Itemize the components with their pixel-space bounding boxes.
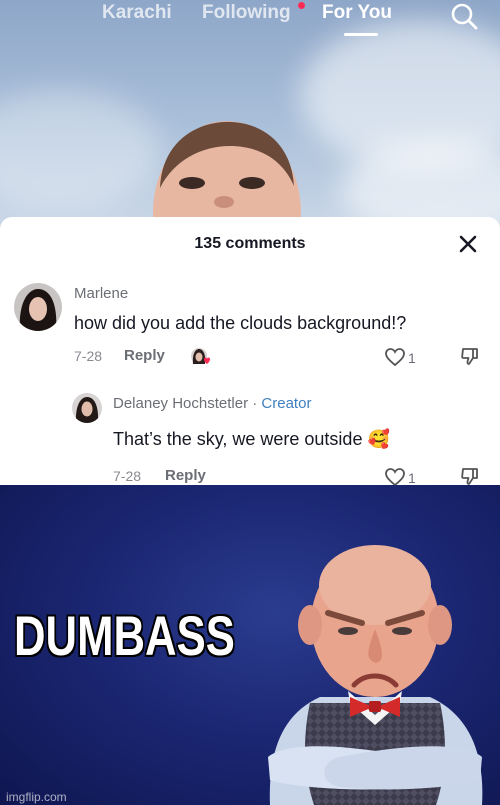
notification-dot [298,2,305,9]
reply-author: Delaney Hochstetler · Creator [113,395,311,412]
meme-reaction-panel: DUMBASS imgflip.com [0,485,500,805]
like-count: 1 [408,350,416,366]
reply-text: That’s the sky, we were outside [113,429,363,449]
comment-author[interactable]: Marlene [74,285,128,302]
reply-date: 7-28 [113,468,142,484]
creator-badge: Creator [261,395,312,412]
dislike-icon[interactable] [460,466,480,485]
author-separator: · [248,395,262,412]
meme-caption: DUMBASS [14,604,235,667]
close-icon[interactable] [458,234,478,254]
active-tab-indicator [344,33,378,36]
imgflip-watermark: imgflip.com [6,790,67,804]
reply-button[interactable]: Reply [165,467,206,484]
avatar[interactable] [72,393,102,423]
dislike-icon[interactable] [460,346,480,366]
reply-button[interactable]: Reply [124,347,165,364]
avatar[interactable] [14,283,62,331]
grumpy-puppet-image [268,545,483,805]
comment-date: 7-28 [74,348,103,364]
search-icon[interactable] [450,2,478,30]
comments-count-title: 135 comments [194,235,306,252]
tab-following[interactable]: Following [202,2,291,24]
top-nav: Karachi Following For You [0,0,500,40]
reply-author-name[interactable]: Delaney Hochstetler [113,395,248,412]
tiktok-screenshot: Karachi Following For You 135 comments M… [0,0,500,485]
heart-icon[interactable] [384,347,406,367]
comments-sheet: 135 comments Marlene how did you add the… [0,217,500,485]
reply-text-line: That’s the sky, we were outside 🥰 [113,429,390,450]
cloud [0,90,160,210]
tab-karachi[interactable]: Karachi [102,2,172,24]
like-count: 1 [408,470,416,485]
tab-for-you[interactable]: For You [322,2,392,24]
creator-liked-avatar-icon [191,348,210,364]
smiling-hearts-emoji: 🥰 [367,429,390,449]
heart-icon[interactable] [384,467,406,485]
comment-text: how did you add the clouds background!? [74,313,407,333]
